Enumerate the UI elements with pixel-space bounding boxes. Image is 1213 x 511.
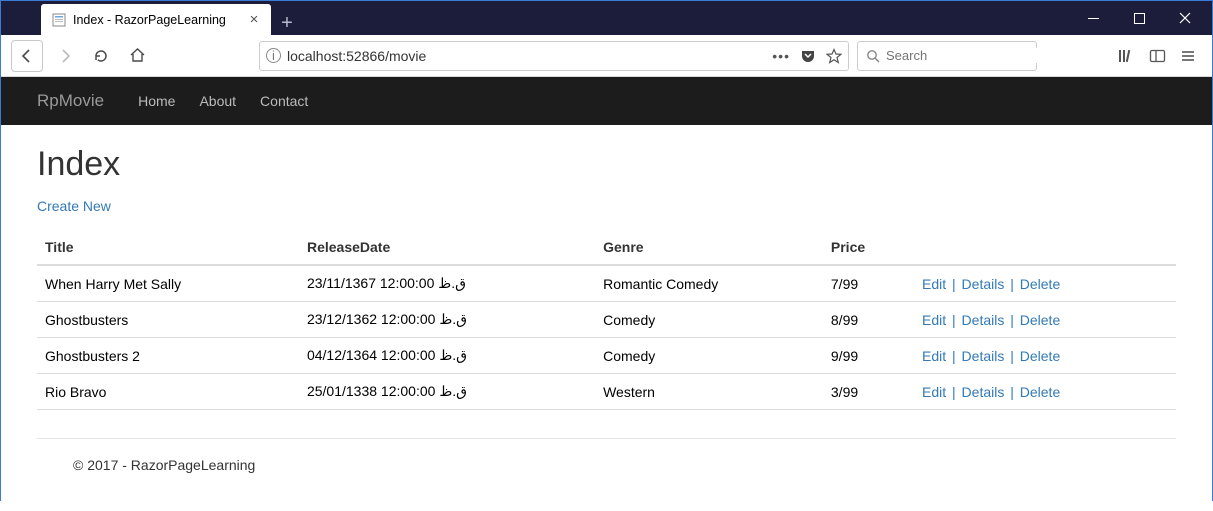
- cell-price: 9/99: [823, 338, 914, 374]
- browser-search-bar[interactable]: [857, 41, 1037, 71]
- url-text: localhost:52866/movie: [287, 48, 766, 64]
- delete-link[interactable]: Delete: [1020, 384, 1060, 400]
- details-link[interactable]: Details: [962, 384, 1005, 400]
- details-link[interactable]: Details: [962, 348, 1005, 364]
- hamburger-menu-icon[interactable]: [1180, 48, 1196, 64]
- url-bar[interactable]: i localhost:52866/movie •••: [259, 41, 849, 71]
- tab-strip: Index - RazorPageLearning × +: [1, 1, 303, 35]
- details-link[interactable]: Details: [962, 276, 1005, 292]
- cell-title: When Harry Met Sally: [37, 265, 299, 302]
- create-new-link[interactable]: Create New: [37, 198, 111, 214]
- th-genre: Genre: [595, 230, 823, 265]
- tab-title: Index - RazorPageLearning: [73, 13, 239, 27]
- cell-release: 25/01/1338 12:00:00 ق.ظ: [299, 374, 595, 410]
- browser-search-input[interactable]: [886, 48, 1062, 63]
- details-link[interactable]: Details: [962, 312, 1005, 328]
- table-row: Rio Bravo25/01/1338 12:00:00 ق.ظWestern3…: [37, 374, 1176, 410]
- nav-link-home[interactable]: Home: [138, 93, 175, 109]
- cell-actions: Edit | Details | Delete: [914, 265, 1176, 302]
- cell-actions: Edit | Details | Delete: [914, 374, 1176, 410]
- cell-title: Rio Bravo: [37, 374, 299, 410]
- table-row: Ghostbusters 204/12/1364 12:00:00 ق.ظCom…: [37, 338, 1176, 374]
- browser-tab-active[interactable]: Index - RazorPageLearning ×: [41, 4, 271, 35]
- edit-link[interactable]: Edit: [922, 312, 946, 328]
- cell-genre: Romantic Comedy: [595, 265, 823, 302]
- edit-link[interactable]: Edit: [922, 276, 946, 292]
- window-titlebar: Index - RazorPageLearning × +: [1, 1, 1212, 35]
- table-row: Ghostbusters23/12/1362 12:00:00 ق.ظComed…: [37, 302, 1176, 338]
- edit-link[interactable]: Edit: [922, 348, 946, 364]
- cell-title: Ghostbusters: [37, 302, 299, 338]
- page-viewport: RpMovie Home About Contact Index Create …: [1, 77, 1212, 511]
- delete-link[interactable]: Delete: [1020, 276, 1060, 292]
- nav-link-about[interactable]: About: [199, 93, 236, 109]
- cell-release: 04/12/1364 12:00:00 ق.ظ: [299, 338, 595, 374]
- site-info-icon[interactable]: i: [266, 48, 281, 63]
- pocket-icon[interactable]: [800, 48, 816, 64]
- navbar-brand[interactable]: RpMovie: [37, 91, 104, 111]
- page-title: Index: [37, 145, 1176, 184]
- th-release: ReleaseDate: [299, 230, 595, 265]
- bookmark-star-icon[interactable]: [826, 48, 842, 64]
- page-footer: © 2017 - RazorPageLearning: [37, 438, 1176, 491]
- th-price: Price: [823, 230, 914, 265]
- cell-price: 8/99: [823, 302, 914, 338]
- search-icon: [866, 49, 880, 63]
- cell-release: 23/12/1362 12:00:00 ق.ظ: [299, 302, 595, 338]
- new-tab-button[interactable]: +: [271, 12, 303, 35]
- close-tab-icon[interactable]: ×: [245, 11, 263, 28]
- minimize-button[interactable]: [1070, 2, 1116, 34]
- movies-table: Title ReleaseDate Genre Price When Harry…: [37, 230, 1176, 410]
- maximize-button[interactable]: [1116, 2, 1162, 34]
- library-icon[interactable]: [1118, 48, 1135, 64]
- cell-actions: Edit | Details | Delete: [914, 302, 1176, 338]
- window-controls: [1070, 1, 1212, 35]
- table-row: When Harry Met Sally23/11/1367 12:00:00 …: [37, 265, 1176, 302]
- delete-link[interactable]: Delete: [1020, 312, 1060, 328]
- forward-button[interactable]: [51, 42, 79, 70]
- cell-price: 3/99: [823, 374, 914, 410]
- page-favicon: [51, 12, 67, 28]
- cell-genre: Comedy: [595, 302, 823, 338]
- cell-price: 7/99: [823, 265, 914, 302]
- delete-link[interactable]: Delete: [1020, 348, 1060, 364]
- cell-title: Ghostbusters 2: [37, 338, 299, 374]
- sidebar-icon[interactable]: [1149, 48, 1166, 64]
- app-navbar: RpMovie Home About Contact: [1, 77, 1212, 125]
- table-header-row: Title ReleaseDate Genre Price: [37, 230, 1176, 265]
- page-actions-icon[interactable]: •••: [772, 48, 790, 64]
- th-title: Title: [37, 230, 299, 265]
- cell-actions: Edit | Details | Delete: [914, 338, 1176, 374]
- back-button[interactable]: [11, 40, 43, 72]
- close-window-button[interactable]: [1162, 2, 1208, 34]
- cell-release: 23/11/1367 12:00:00 ق.ظ: [299, 265, 595, 302]
- nav-link-contact[interactable]: Contact: [260, 93, 308, 109]
- edit-link[interactable]: Edit: [922, 384, 946, 400]
- page-content: Index Create New Title ReleaseDate Genre…: [1, 125, 1212, 511]
- reload-button[interactable]: [87, 42, 115, 70]
- cell-genre: Western: [595, 374, 823, 410]
- th-actions: [914, 230, 1176, 265]
- cell-genre: Comedy: [595, 338, 823, 374]
- home-button[interactable]: [123, 42, 151, 70]
- browser-toolbar: i localhost:52866/movie •••: [1, 35, 1212, 77]
